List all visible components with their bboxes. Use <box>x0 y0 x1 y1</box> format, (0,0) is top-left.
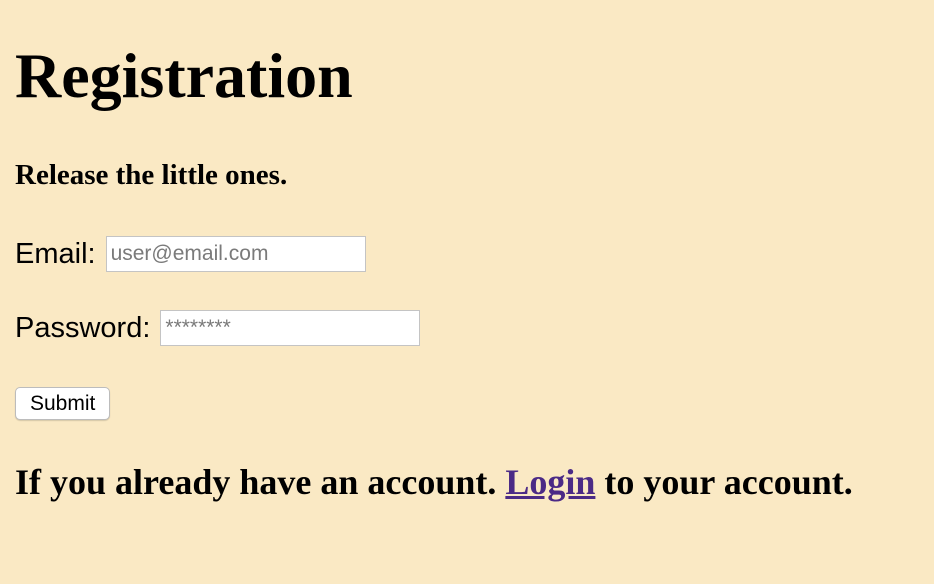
password-label: Password: <box>15 312 151 344</box>
password-field[interactable] <box>160 310 421 346</box>
email-row: Email: <box>15 236 366 272</box>
page-title: Registration <box>15 40 353 111</box>
submit-button[interactable]: Submit <box>15 387 111 420</box>
email-label: Email: <box>15 238 96 270</box>
login-link[interactable]: Login <box>505 462 595 502</box>
page-subtitle: Release the little ones. <box>15 159 288 191</box>
password-row: Password: <box>15 310 421 346</box>
login-prompt-before: If you already have an account. <box>15 462 497 502</box>
login-prompt: If you already have an account. Login to… <box>15 460 853 504</box>
login-prompt-after: to your account. <box>604 462 853 502</box>
email-field[interactable] <box>105 236 366 272</box>
